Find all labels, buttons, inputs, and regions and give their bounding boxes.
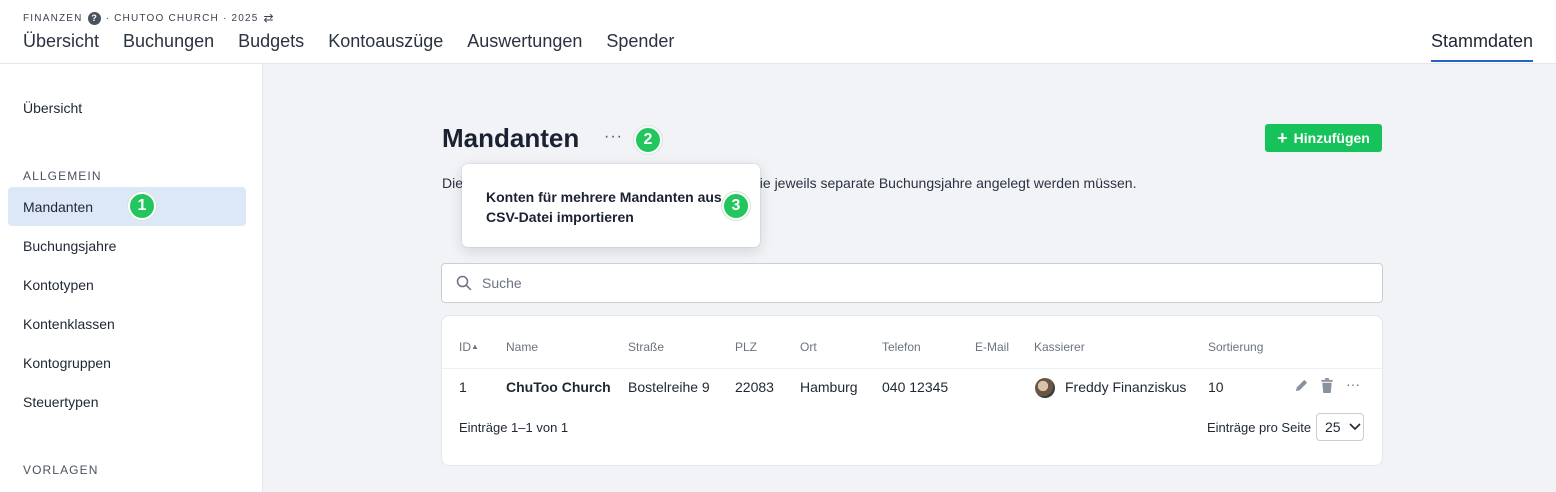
plus-icon: + [1277,128,1288,148]
search-field [441,263,1383,303]
main-nav: Übersicht Buchungen Budgets Kontoauszüge… [23,30,698,52]
sidebar-item-account-classes[interactable]: Kontenklassen [8,304,246,343]
avatar [1035,378,1055,398]
pagination-summary: Einträge 1–1 von 1 [459,420,569,435]
step-badge-3: 3 [722,192,750,220]
sidebar-item-label: Steuertypen [23,393,99,410]
page-description-end: die jeweils separate Buchungsjahre angel… [752,175,1137,191]
cell-street: Bostelreihe 9 [628,379,710,395]
nav-donors[interactable]: Spender [606,30,674,52]
cell-id: 1 [459,379,467,395]
delete-icon[interactable] [1320,378,1334,393]
sidebar-item-tax-types[interactable]: Steuertypen [8,382,246,421]
sidebar-item-mandanten[interactable]: Mandanten 1 [8,187,246,226]
menu-item-import-csv[interactable]: Konten für mehrere Mandanten aus CSV-Dat… [486,187,726,227]
swap-icon[interactable]: ⇄ [264,11,274,25]
step-badge-1: 1 [128,192,156,220]
per-page-value: 25 [1325,419,1341,435]
cell-cashier: Freddy Finanziskus [1065,379,1187,395]
per-page-select[interactable]: 25 [1316,413,1364,441]
column-header-cashier[interactable]: Kassierer [1034,340,1085,354]
column-header-zip[interactable]: PLZ [735,340,757,354]
column-header-id[interactable]: ID▲ [459,340,479,354]
org-year-label[interactable]: · CHUTOO CHURCH · 2025 [106,13,259,24]
per-page-label: Einträge pro Seite [1207,420,1312,435]
header-divider [442,368,1382,369]
mandanten-table: ID▲ Name Straße PLZ Ort Telefon E-Mail K… [441,315,1383,466]
chevron-down-icon [1349,423,1361,431]
search-icon [456,275,472,291]
cell-name[interactable]: ChuToo Church [506,379,611,395]
column-header-name[interactable]: Name [506,340,538,354]
sidebar-item-label: Kontotypen [23,276,94,293]
column-header-street[interactable]: Straße [628,340,664,354]
search-input[interactable] [482,275,1362,291]
sort-ascending-icon: ▲ [471,342,479,351]
sidebar-item-account-types[interactable]: Kontotypen [8,265,246,304]
module-label[interactable]: FINANZEN [23,13,83,24]
cell-sort-order: 10 [1208,379,1224,395]
cell-phone: 040 12345 [882,379,949,395]
column-header-email[interactable]: E-Mail [975,340,1009,354]
sidebar-item-booking-years[interactable]: Buchungsjahre [8,226,246,265]
more-options-menu: Konten für mehrere Mandanten aus CSV-Dat… [462,164,760,247]
nav-overview[interactable]: Übersicht [23,30,99,52]
nav-master-data[interactable]: Stammdaten [1430,30,1533,62]
nav-budgets[interactable]: Budgets [238,30,304,52]
more-options-icon[interactable]: ··· [604,128,623,146]
sidebar-item-label: Buchungsjahre [23,237,117,254]
sidebar-item-overview[interactable]: Übersicht [8,88,246,127]
column-header-city[interactable]: Ort [800,340,817,354]
column-header-phone[interactable]: Telefon [882,340,921,354]
breadcrumb: FINANZEN ? · CHUTOO CHURCH · 2025 ⇄ [23,11,274,25]
cell-city: Hamburg [800,379,858,395]
nav-bookings[interactable]: Buchungen [123,30,214,52]
sidebar-item-label: Übersicht [23,99,83,116]
add-button-label: Hinzufügen [1293,130,1370,146]
edit-icon[interactable] [1294,378,1309,393]
sidebar-item-account-groups[interactable]: Kontogruppen [8,343,246,382]
sidebar: Übersicht ALLGEMEIN Mandanten 1 Buchungs… [0,64,263,492]
sidebar-section-general: ALLGEMEIN [23,169,102,183]
nav-reports[interactable]: Auswertungen [467,30,582,52]
page-title: Mandanten [442,123,580,153]
sidebar-item-label: Kontogruppen [23,354,111,371]
row-more-icon[interactable]: ··· [1346,376,1360,392]
nav-statements[interactable]: Kontoauszüge [328,30,443,52]
sidebar-item-label: Kontenklassen [23,315,115,332]
cell-zip: 22083 [735,379,774,395]
top-header: FINANZEN ? · CHUTOO CHURCH · 2025 ⇄ Über… [0,0,1556,64]
sidebar-item-label: Mandanten [23,198,94,215]
step-badge-2: 2 [634,126,662,154]
help-icon[interactable]: ? [87,11,101,25]
add-button[interactable]: + Hinzufügen [1265,124,1382,152]
sidebar-section-templates: VORLAGEN [23,463,99,477]
page-description-start: Die [442,175,464,191]
column-header-sort-order[interactable]: Sortierung [1208,340,1263,354]
